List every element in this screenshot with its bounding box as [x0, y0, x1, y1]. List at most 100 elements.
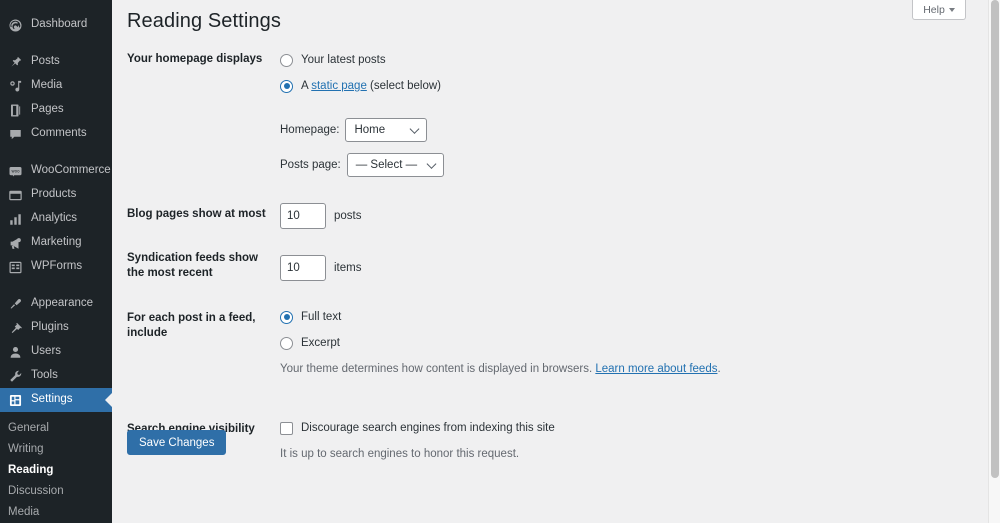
users-icon	[8, 345, 23, 360]
sidebar-item-plugins[interactable]: Plugins	[0, 316, 112, 340]
posts-page-select-label: Posts page:	[280, 157, 341, 173]
radio-full-text-input[interactable]	[280, 311, 293, 324]
syndication-feeds-input[interactable]: 10	[280, 255, 326, 281]
sidebar-item-dashboard[interactable]: Dashboard	[0, 13, 112, 37]
media-icon	[8, 79, 23, 94]
settings-submenu: General Writing Reading Discussion Media…	[0, 412, 112, 523]
radio-full-text[interactable]: Full text	[280, 309, 917, 325]
submenu-item-media[interactable]: Media	[0, 502, 112, 523]
homepage-select[interactable]: Home	[345, 118, 427, 142]
help-tab-label: Help	[923, 4, 945, 16]
chevron-down-icon	[410, 124, 420, 134]
radio-latest-posts[interactable]: Your latest posts	[280, 52, 917, 68]
blog-pages-input[interactable]: 10	[280, 203, 326, 229]
marketing-icon	[8, 236, 23, 251]
sidebar-item-tools[interactable]: Tools	[0, 364, 112, 388]
posts-page-select[interactable]: — Select —	[347, 153, 444, 177]
label-feed-include: For each post in a feed, include	[127, 289, 280, 398]
chevron-down-icon	[427, 159, 437, 169]
sidebar-divider-2	[0, 146, 112, 159]
posts-page-select-value: — Select —	[356, 157, 417, 173]
sidebar-item-label: Products	[31, 189, 76, 201]
sidebar-item-label: WPForms	[31, 261, 82, 273]
sidebar-divider-1	[0, 37, 112, 50]
sidebar-item-appearance[interactable]: Appearance	[0, 292, 112, 316]
page-scrollbar-track[interactable]	[988, 0, 1000, 523]
radio-static-page-label: A static page (select below)	[301, 78, 441, 94]
discourage-search-engines-input[interactable]	[280, 422, 293, 435]
field-homepage-displays: Your latest posts A static page (select …	[280, 44, 927, 185]
search-engine-visibility-description: It is up to search engines to honor this…	[280, 446, 917, 463]
dashboard-icon	[8, 18, 23, 33]
row-syndication-feeds: Syndication feeds show the most recent 1…	[127, 237, 927, 289]
submenu-item-discussion[interactable]: Discussion	[0, 481, 112, 502]
sidebar-item-posts[interactable]: Posts	[0, 50, 112, 74]
sidebar-item-label: Analytics	[31, 213, 77, 225]
radio-excerpt[interactable]: Excerpt	[280, 335, 917, 351]
sidebar-item-label: Posts	[31, 56, 60, 68]
checkbox-discourage-search-engines[interactable]: Discourage search engines from indexing …	[280, 420, 917, 436]
sidebar-item-label: Media	[31, 80, 62, 92]
submenu-item-reading[interactable]: Reading	[0, 460, 112, 481]
comments-icon	[8, 127, 23, 142]
sidebar-item-wpforms[interactable]: WPForms	[0, 255, 112, 279]
svg-text:woo: woo	[11, 168, 20, 173]
settings-icon	[8, 393, 23, 408]
radio-latest-posts-label: Your latest posts	[301, 52, 386, 68]
plugins-icon	[8, 321, 23, 336]
chevron-down-icon	[949, 8, 955, 12]
label-syndication-feeds: Syndication feeds show the most recent	[127, 237, 280, 289]
feed-include-description: Your theme determines how content is dis…	[280, 361, 917, 378]
radio-latest-posts-input[interactable]	[280, 54, 293, 67]
sidebar-top-gap	[0, 0, 112, 13]
learn-more-feeds-link[interactable]: Learn more about feeds	[595, 363, 717, 375]
pages-icon	[8, 103, 23, 118]
products-icon	[8, 188, 23, 203]
static-page-suffix: (select below)	[367, 80, 441, 92]
radio-excerpt-input[interactable]	[280, 337, 293, 350]
admin-sidebar: Dashboard Posts Media Pages	[0, 0, 112, 523]
posts-page-select-row: Posts page: — Select —	[280, 153, 917, 177]
feed-desc-suffix: .	[717, 363, 720, 375]
feed-desc-prefix: Your theme determines how content is dis…	[280, 363, 595, 375]
wpforms-icon	[8, 260, 23, 275]
main-content: Help Reading Settings Your homepage disp…	[112, 0, 988, 523]
sidebar-item-woocommerce[interactable]: woo WooCommerce	[0, 159, 112, 183]
radio-excerpt-label: Excerpt	[301, 335, 340, 351]
save-changes-button[interactable]: Save Changes	[127, 430, 226, 455]
help-tab-button[interactable]: Help	[912, 0, 966, 20]
sidebar-item-users[interactable]: Users	[0, 340, 112, 364]
radio-full-text-label: Full text	[301, 309, 341, 325]
discourage-search-engines-label: Discourage search engines from indexing …	[301, 420, 555, 436]
homepage-select-value: Home	[354, 122, 385, 138]
homepage-select-row: Homepage: Home	[280, 118, 917, 142]
sidebar-item-media[interactable]: Media	[0, 74, 112, 98]
sidebar-item-label: Tools	[31, 370, 58, 382]
radio-static-page-input[interactable]	[280, 80, 293, 93]
sidebar-item-pages[interactable]: Pages	[0, 98, 112, 122]
page-scrollbar-thumb[interactable]	[991, 0, 999, 478]
sidebar-item-marketing[interactable]: Marketing	[0, 231, 112, 255]
submenu-item-writing[interactable]: Writing	[0, 439, 112, 460]
sidebar-item-label: Comments	[31, 128, 87, 140]
wp-admin-screen: Dashboard Posts Media Pages	[0, 0, 1000, 523]
tools-icon	[8, 369, 23, 384]
sidebar-item-analytics[interactable]: Analytics	[0, 207, 112, 231]
sidebar-item-products[interactable]: Products	[0, 183, 112, 207]
field-blog-pages: 10 posts	[280, 185, 927, 237]
analytics-icon	[8, 212, 23, 227]
radio-static-page[interactable]: A static page (select below)	[280, 78, 917, 94]
row-search-engine-visibility: Search engine visibility Discourage sear…	[127, 398, 927, 483]
submenu-item-general[interactable]: General	[0, 418, 112, 439]
syndication-feeds-unit: items	[334, 260, 361, 276]
sidebar-item-comments[interactable]: Comments	[0, 122, 112, 146]
sidebar-divider-3	[0, 279, 112, 292]
sidebar-item-label: Appearance	[31, 298, 93, 310]
sidebar-item-label: Pages	[31, 104, 64, 116]
field-syndication-feeds: 10 items	[280, 237, 927, 289]
label-blog-pages: Blog pages show at most	[127, 185, 280, 237]
sidebar-item-label: WooCommerce	[31, 165, 111, 177]
sidebar-item-settings[interactable]: Settings	[0, 388, 112, 412]
static-page-link[interactable]: static page	[311, 80, 367, 92]
pin-icon	[8, 55, 23, 70]
